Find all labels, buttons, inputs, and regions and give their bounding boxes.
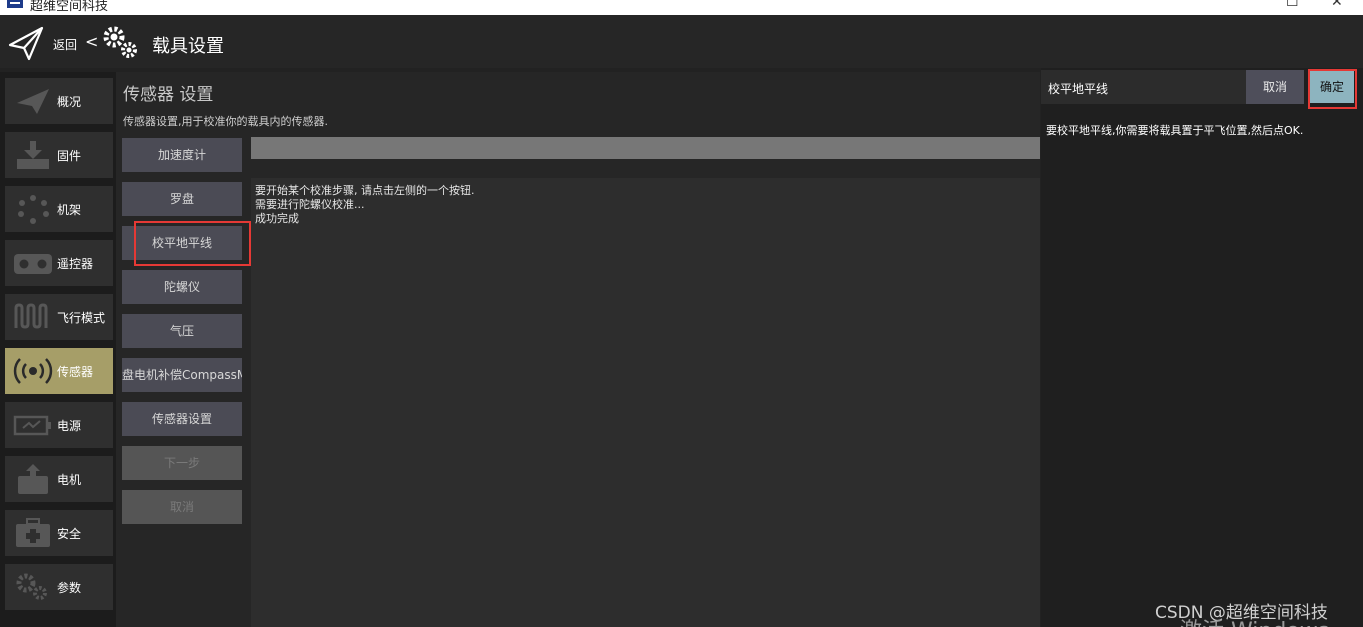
sidebar-item-label: 电源: [57, 419, 82, 433]
sidebar-item-power[interactable]: 电源: [5, 402, 113, 448]
sidebar-item-label: 飞行模式: [57, 311, 106, 325]
sensor-settings-button[interactable]: 传感器设置: [122, 402, 242, 436]
medkit-icon: [16, 518, 50, 547]
barometer-button[interactable]: 气压: [122, 314, 242, 348]
compass-motor-button[interactable]: 盘电机补偿CompassM: [122, 358, 242, 392]
section-description: 传感器设置,用于校准你的载具内的传感器.: [123, 115, 328, 128]
window-title: 超维空间科技: [30, 0, 109, 14]
calibration-log: 要开始某个校准步骤, 请点击左侧的一个按钮. 需要进行陀螺仪校准... 成功完成: [251, 178, 1040, 627]
sidebar-item-label: 固件: [57, 149, 82, 163]
sidebar-item-radio[interactable]: 遥控器: [5, 240, 113, 286]
gears-icon: [16, 573, 47, 600]
sidebar-item-label: 机架: [57, 203, 82, 217]
back-button[interactable]: 返回: [53, 36, 77, 53]
accelerometer-button[interactable]: 加速度计: [122, 138, 242, 172]
app-header: 返回 < 载具设置: [0, 15, 1363, 68]
sidebar-item-firmware[interactable]: 固件: [5, 132, 113, 178]
highlight-box: [1308, 69, 1357, 109]
sidebar-item-label: 遥控器: [57, 257, 94, 271]
wave-icon: [14, 303, 48, 329]
sidebar-item-frame[interactable]: 机架: [5, 186, 113, 232]
sidebar-item-parameters[interactable]: 参数: [5, 564, 113, 610]
download-icon: [17, 141, 49, 169]
close-icon[interactable]: ✕: [1331, 0, 1343, 10]
dialog-title: 校平地平线: [1048, 82, 1109, 96]
sidebar-item-safety[interactable]: 安全: [5, 510, 113, 556]
sidebar-item-label: 概况: [57, 95, 82, 109]
dialog-message: 要校平地平线,你需要将载具置于平飞位置,然后点OK.: [1046, 124, 1304, 137]
sidebar-item-label: 安全: [57, 527, 82, 541]
sensor-icon: [13, 358, 53, 384]
section-title: 传感器 设置: [123, 85, 214, 105]
motor-icon: [18, 464, 48, 494]
sidebar-item-overview[interactable]: 概况: [5, 78, 113, 124]
page-title: 载具设置: [152, 36, 224, 57]
frame-dots-icon: [18, 195, 49, 224]
gyroscope-button[interactable]: 陀螺仪: [122, 270, 242, 304]
sidebar-item-motors[interactable]: 电机: [5, 456, 113, 502]
window-titlebar: 超维空间科技 ☐ ✕: [0, 0, 1363, 15]
compass-button[interactable]: 罗盘: [122, 182, 242, 216]
paper-plane-icon[interactable]: [7, 24, 45, 62]
next-button[interactable]: 下一步: [122, 446, 242, 480]
chevron-left-icon[interactable]: <: [85, 32, 98, 51]
battery-icon: [13, 415, 51, 436]
maximize-icon[interactable]: ☐: [1286, 0, 1299, 10]
plane-icon: [17, 89, 49, 114]
sidebar-item-label: 参数: [57, 581, 82, 595]
activate-windows-notice: 激活 Windows: [1180, 613, 1329, 627]
dialog-cancel-button[interactable]: 取消: [1246, 70, 1304, 104]
sidebar-item-sensors[interactable]: 传感器: [5, 348, 113, 394]
remote-control-icon: [14, 254, 52, 274]
calibration-progress-bar: [251, 137, 1040, 159]
sidebar-item-flight-modes[interactable]: 飞行模式: [5, 294, 113, 340]
log-line: 成功完成: [255, 212, 299, 225]
cancel-button[interactable]: 取消: [122, 490, 242, 524]
app-logo-icon: [7, 0, 23, 8]
sidebar-item-label: 电机: [57, 473, 82, 487]
sidebar-item-label: 传感器: [57, 365, 94, 379]
level-horizon-dialog: [1041, 68, 1363, 627]
highlight-box: [134, 221, 251, 266]
gears-icon: [103, 26, 137, 58]
